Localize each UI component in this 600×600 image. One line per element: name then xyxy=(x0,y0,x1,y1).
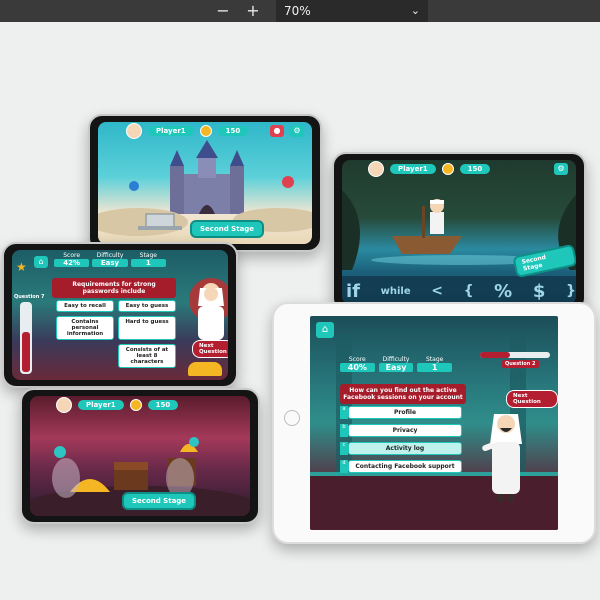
chevron-down-icon: ⌄ xyxy=(410,4,420,17)
code-symbols-bar: if while < { % $ } xyxy=(346,278,576,304)
zoom-value: 70% xyxy=(284,4,311,18)
code-symbol: if xyxy=(346,280,361,302)
code-symbol: $ xyxy=(532,280,546,302)
zoom-in-button[interactable]: + xyxy=(242,0,264,22)
stat-value: Easy xyxy=(378,363,414,372)
answer-option-b[interactable]: b Privacy xyxy=(340,424,462,437)
stat-head: Difficulty xyxy=(382,356,410,363)
phone-boat: Player1 150 ⚙ Second Stage if while < {… xyxy=(332,152,586,312)
stat-difficulty: Difficulty Easy xyxy=(92,252,128,267)
answer-option[interactable]: Easy to guess xyxy=(118,300,176,312)
phone-quiz: ⌂ ★ Score 42% Difficulty Easy Stage 1 Qu… xyxy=(2,242,238,388)
answer-options: a Profile b Privacy c Activity log d Con… xyxy=(340,406,462,473)
progress-fill xyxy=(22,332,30,372)
stat-head: Stage xyxy=(139,252,157,259)
option-text: Profile xyxy=(348,406,462,419)
answer-option-a[interactable]: a Profile xyxy=(340,406,462,419)
stat-value: 1 xyxy=(417,363,453,372)
code-symbol: while xyxy=(380,285,411,297)
next-question-button[interactable]: Next Question xyxy=(192,340,228,358)
quiz-stats: Score 42% Difficulty Easy Stage 1 xyxy=(54,252,166,267)
stat-value: 42% xyxy=(54,259,90,267)
trophy-icon: ★ xyxy=(16,260,27,274)
answer-option-c[interactable]: c Activity log xyxy=(340,442,462,455)
code-symbol: } xyxy=(565,283,576,299)
second-stage-button[interactable]: Second Stage xyxy=(122,492,197,510)
host-character xyxy=(482,414,522,502)
stat-score: Score 40% xyxy=(340,356,375,372)
stat-value: 40% xyxy=(340,363,375,372)
boat-screen: Player1 150 ⚙ Second Stage if while < {… xyxy=(342,160,576,304)
question-text: Requirements for strong passwords includ… xyxy=(52,278,176,298)
tablet-quiz: ⌂ Score 40% Difficulty Easy Stage 1 Ques… xyxy=(272,302,596,544)
stat-head: Difficulty xyxy=(96,252,124,259)
castle-screen: Player1 150 ● ⚙ Second Stage xyxy=(98,122,312,244)
progress-fill xyxy=(480,352,510,358)
answer-option[interactable]: Hard to guess xyxy=(118,316,176,340)
stat-value: Easy xyxy=(92,259,128,267)
code-symbol: { xyxy=(463,283,474,299)
stat-stage: Stage 1 xyxy=(130,252,166,267)
question-text: How can you find out the active Facebook… xyxy=(340,384,466,404)
option-letter: d xyxy=(340,460,348,473)
plus-icon: + xyxy=(246,1,260,20)
second-stage-button[interactable]: Second Stage xyxy=(190,220,265,238)
stat-head: Score xyxy=(63,252,81,259)
treasure-screen: Player1 150 Second Stage xyxy=(30,396,250,516)
zoom-controls: − + xyxy=(212,0,264,22)
stat-difficulty: Difficulty Easy xyxy=(378,356,414,372)
stat-head: Score xyxy=(348,356,366,363)
answer-option[interactable]: Contains personal information xyxy=(56,316,114,340)
treasure-pile xyxy=(188,362,222,376)
option-letter: b xyxy=(340,424,348,437)
option-letter: a xyxy=(340,406,348,419)
answer-options: Easy to recall Easy to guess Contains pe… xyxy=(56,300,176,368)
zoom-select[interactable]: 70% ⌄ xyxy=(276,0,428,22)
toolbar: − + 70% ⌄ xyxy=(0,0,600,22)
phone-treasure: Player1 150 Second Stage xyxy=(20,388,260,524)
stat-score: Score 42% xyxy=(54,252,90,267)
canvas: Player1 150 ● ⚙ Second Stage Player1 150… xyxy=(0,22,600,600)
stat-head: Stage xyxy=(426,356,444,363)
option-text: Activity log xyxy=(348,442,462,455)
zoom-out-button[interactable]: − xyxy=(212,0,234,22)
phone-castle: Player1 150 ● ⚙ Second Stage xyxy=(88,114,322,252)
home-button[interactable]: ⌂ xyxy=(34,256,48,268)
option-text: Contacting Facebook support xyxy=(348,460,462,473)
stat-value: 1 xyxy=(130,259,166,267)
question-label: Question 7 xyxy=(14,294,45,300)
option-letter: c xyxy=(340,442,348,455)
answer-option[interactable]: Easy to recall xyxy=(56,300,114,312)
tablet-home-button[interactable] xyxy=(284,410,300,426)
question-label: Question 2 xyxy=(502,360,539,368)
answer-option-d[interactable]: d Contacting Facebook support xyxy=(340,460,462,473)
minus-icon: − xyxy=(216,1,230,20)
question-progress-bar xyxy=(480,352,550,358)
tablet-stats: Score 40% Difficulty Easy Stage 1 xyxy=(340,356,453,372)
option-text: Privacy xyxy=(348,424,462,437)
tablet-screen: ⌂ Score 40% Difficulty Easy Stage 1 Ques… xyxy=(310,316,558,530)
quiz-screen: ⌂ ★ Score 42% Difficulty Easy Stage 1 Qu… xyxy=(12,250,228,380)
answer-option[interactable]: Consists of at least 8 characters xyxy=(118,344,176,368)
stat-stage: Stage 1 xyxy=(417,356,453,372)
code-symbol: % xyxy=(494,280,513,302)
code-symbol: < xyxy=(431,283,443,299)
host-character xyxy=(189,278,228,340)
question-progress xyxy=(20,302,32,374)
